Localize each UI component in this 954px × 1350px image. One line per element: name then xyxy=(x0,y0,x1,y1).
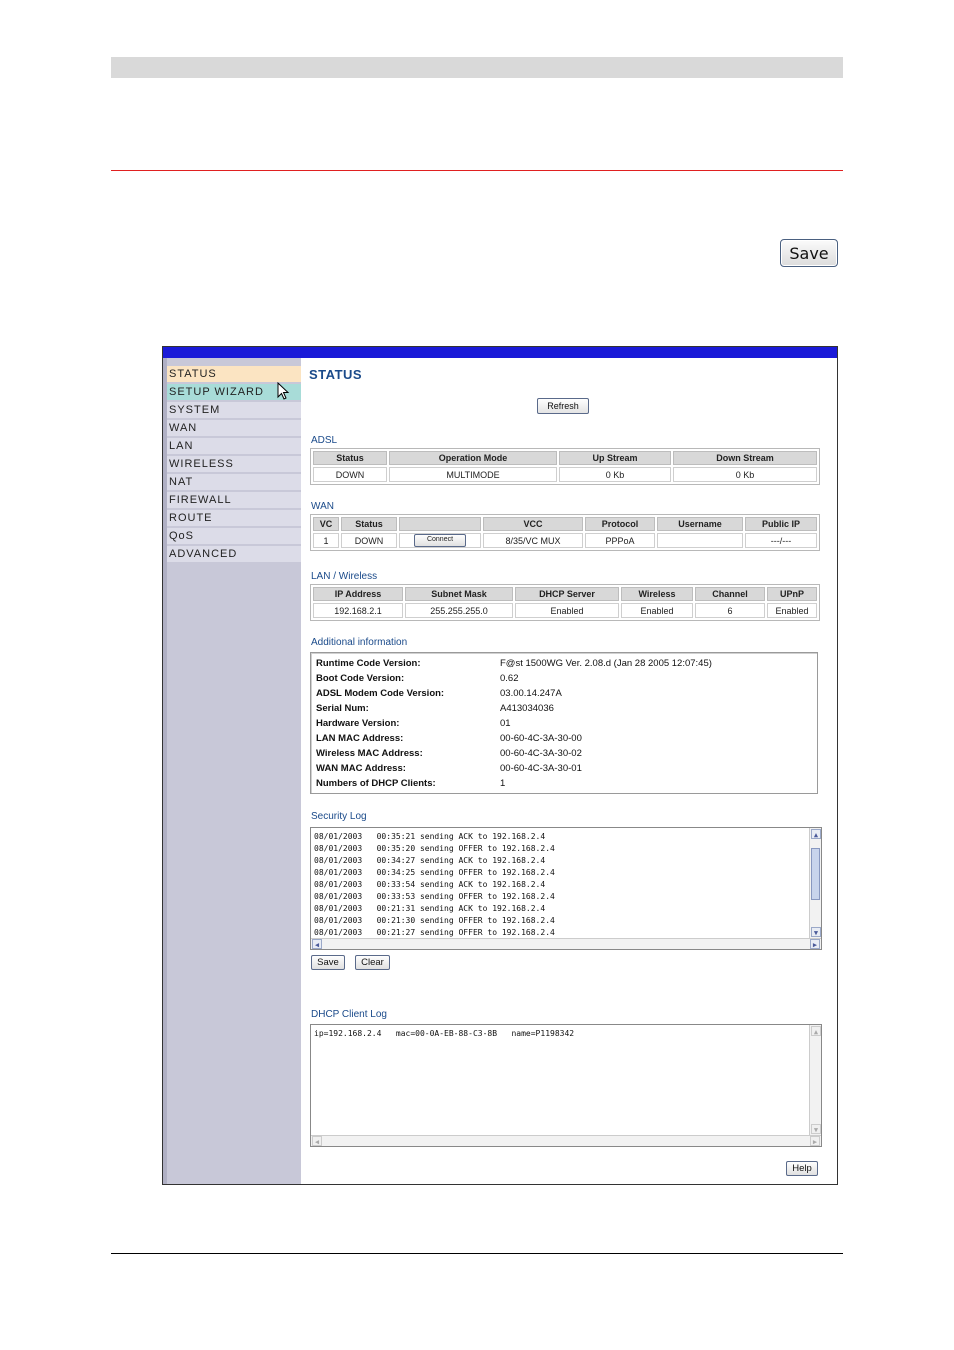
sidebar-item-nat[interactable]: NAT xyxy=(167,474,301,491)
lan-header-channel: Channel xyxy=(695,587,765,601)
security-log-clear-button[interactable]: Clear xyxy=(355,955,390,970)
security-log-line: 08/01/2003 00:34:27 sending ACK to 192.1… xyxy=(314,856,546,865)
wan-protocol-value: PPPoA xyxy=(585,533,655,548)
lan-header-wireless: Wireless xyxy=(621,587,693,601)
lan-ip-address-value: 192.168.2.1 xyxy=(313,603,403,618)
lan-channel-value: 6 xyxy=(695,603,765,618)
lan-wireless-section-label: LAN / Wireless xyxy=(311,571,378,582)
dhcp-log-line: ip=192.168.2.4 mac=00-0A-EB-88-C3-8B nam… xyxy=(314,1029,575,1038)
sidebar-item-firewall[interactable]: FIREWALL xyxy=(167,492,301,509)
lan-wireless-table: IP Address Subnet Mask DHCP Server Wirel… xyxy=(310,584,820,621)
lan-upnp-value: Enabled xyxy=(767,603,817,618)
sidebar: STATUS SETUP WIZARD SYSTEM WAN LAN WIREL… xyxy=(163,358,301,1184)
security-log-line: 08/01/2003 00:35:20 sending OFFER to 192… xyxy=(314,844,555,853)
adsl-header-up-stream: Up Stream xyxy=(559,451,671,465)
sidebar-item-status[interactable]: STATUS xyxy=(167,366,301,383)
security-log-line: 08/01/2003 00:21:30 sending OFFER to 192… xyxy=(314,916,555,925)
refresh-button[interactable]: Refresh xyxy=(537,398,589,414)
wan-section-label: WAN xyxy=(311,501,334,512)
wan-header-username: Username xyxy=(657,517,743,531)
lan-header-upnp: UPnP xyxy=(767,587,817,601)
wan-status-value: DOWN xyxy=(341,533,397,548)
sidebar-item-advanced[interactable]: ADVANCED xyxy=(167,546,301,563)
additional-info-section-label: Additional information xyxy=(311,637,408,648)
wan-header-action xyxy=(399,517,481,531)
adsl-status-value: DOWN xyxy=(313,467,387,482)
wan-header-status: Status xyxy=(341,517,397,531)
connect-button[interactable]: Connect xyxy=(414,534,466,547)
dhcp-log-textarea[interactable]: ip=192.168.2.4 mac=00-0A-EB-88-C3-8B nam… xyxy=(310,1024,822,1147)
document-red-rule xyxy=(111,170,843,171)
mouse-pointer-icon xyxy=(277,382,290,400)
security-log-line: 08/01/2003 00:33:54 sending ACK to 192.1… xyxy=(314,880,546,889)
sidebar-item-system[interactable]: SYSTEM xyxy=(167,402,301,419)
sidebar-item-route[interactable]: ROUTE xyxy=(167,510,301,527)
sidebar-item-qos[interactable]: QoS xyxy=(167,528,301,545)
sidebar-item-lan[interactable]: LAN xyxy=(167,438,301,455)
sidebar-item-wan[interactable]: WAN xyxy=(167,420,301,437)
router-status-screenshot: STATUS SETUP WIZARD SYSTEM WAN LAN WIREL… xyxy=(162,346,838,1185)
wan-vc-value: 1 xyxy=(313,533,339,548)
scroll-up-arrow-icon[interactable]: ▲ xyxy=(811,1026,821,1036)
adsl-down-stream-value: 0 Kb xyxy=(673,467,817,482)
document-save-button[interactable]: Save xyxy=(780,239,838,267)
document-header-bar xyxy=(111,57,843,78)
security-log-textarea[interactable]: 08/01/2003 00:35:21 sending ACK to 192.1… xyxy=(310,827,822,950)
security-log-line: 08/01/2003 00:35:21 sending ACK to 192.1… xyxy=(314,832,546,841)
dhcp-log-section-label: DHCP Client Log xyxy=(311,1009,387,1020)
scroll-down-arrow-icon[interactable]: ▼ xyxy=(811,927,821,937)
adsl-section-label: ADSL xyxy=(311,435,338,446)
adsl-table: Status Operation Mode Up Stream Down Str… xyxy=(310,448,820,485)
adsl-header-operation-mode: Operation Mode xyxy=(389,451,557,465)
document-footer-rule xyxy=(111,1253,843,1254)
dhcp-log-horizontal-scrollbar[interactable]: ◀ ▶ xyxy=(311,1135,821,1146)
scroll-right-arrow-icon[interactable]: ▶ xyxy=(810,1136,820,1146)
lan-header-subnet-mask: Subnet Mask xyxy=(405,587,513,601)
security-log-save-button[interactable]: Save xyxy=(311,955,345,970)
scrollbar-thumb[interactable] xyxy=(811,848,820,900)
lan-header-ip-address: IP Address xyxy=(313,587,403,601)
lan-wireless-value: Enabled xyxy=(621,603,693,618)
wan-header-protocol: Protocol xyxy=(585,517,655,531)
wan-vcc-value: 8/35/VC MUX xyxy=(483,533,583,548)
page-title: STATUS xyxy=(309,367,363,382)
adsl-header-down-stream: Down Stream xyxy=(673,451,817,465)
help-button[interactable]: Help xyxy=(786,1161,818,1176)
scroll-left-arrow-icon[interactable]: ◀ xyxy=(312,939,322,949)
top-banner-bar xyxy=(163,347,837,358)
security-log-line: 08/01/2003 00:33:53 sending OFFER to 192… xyxy=(314,892,555,901)
scroll-down-arrow-icon[interactable]: ▼ xyxy=(811,1124,821,1134)
adsl-operation-mode-value: MULTIMODE xyxy=(389,467,557,482)
scroll-up-arrow-icon[interactable]: ▲ xyxy=(811,829,821,839)
adsl-header-status: Status xyxy=(313,451,387,465)
wan-public-ip-value: ---/--- xyxy=(745,533,817,548)
wan-header-vcc: VCC xyxy=(483,517,583,531)
scroll-right-arrow-icon[interactable]: ▶ xyxy=(810,939,820,949)
additional-info-box: Runtime Code Version: F@st 1500WG Ver. 2.… xyxy=(310,652,818,794)
adsl-up-stream-value: 0 Kb xyxy=(559,467,671,482)
lan-header-dhcp-server: DHCP Server xyxy=(515,587,619,601)
wan-username-value xyxy=(657,533,743,548)
security-log-section-label: Security Log xyxy=(311,811,367,822)
dhcp-log-vertical-scrollbar[interactable]: ▲ ▼ xyxy=(809,1025,821,1135)
sidebar-item-wireless[interactable]: WIRELESS xyxy=(167,456,301,473)
main-content: STATUS Refresh ADSL Status Operation Mod… xyxy=(301,358,837,1184)
lan-dhcp-server-value: Enabled xyxy=(515,603,619,618)
wan-header-vc: VC xyxy=(313,517,339,531)
security-log-line: 08/01/2003 00:34:25 sending OFFER to 192… xyxy=(314,868,555,877)
wan-header-public-ip: Public IP xyxy=(745,517,817,531)
lan-subnet-mask-value: 255.255.255.0 xyxy=(405,603,513,618)
wan-table: VC Status VCC Protocol Username Public I… xyxy=(310,514,820,551)
security-log-horizontal-scrollbar[interactable]: ◀ ▶ xyxy=(311,938,821,949)
wan-action-cell: Connect xyxy=(399,533,481,548)
security-log-line: 08/01/2003 00:21:31 sending ACK to 192.1… xyxy=(314,904,546,913)
security-log-vertical-scrollbar[interactable]: ▲ ▼ xyxy=(809,828,821,938)
scroll-left-arrow-icon[interactable]: ◀ xyxy=(312,1136,322,1146)
